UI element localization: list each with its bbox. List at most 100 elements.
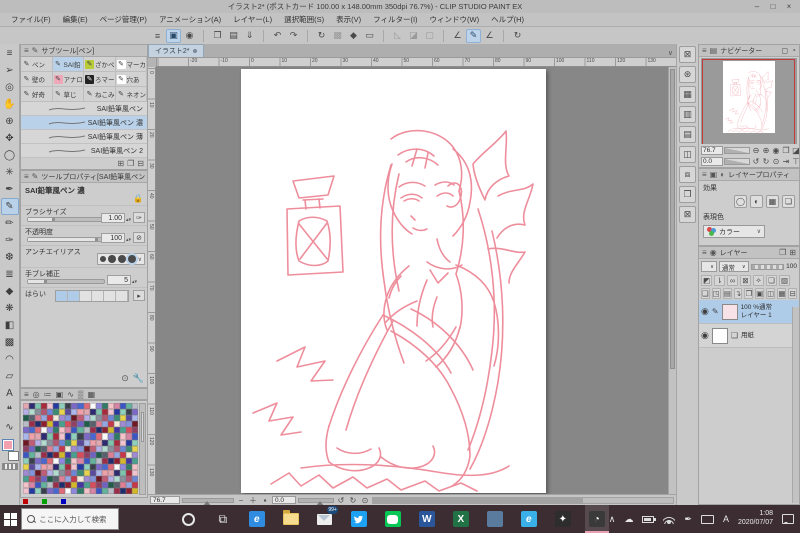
tone-button[interactable]: ▦ <box>766 195 779 208</box>
stabilization-slider[interactable] <box>27 279 105 284</box>
create-layer-mask[interactable]: ▣ <box>755 288 765 299</box>
snap-special-ruler-icon[interactable]: ✎ <box>466 28 481 43</box>
color-set-scrollbar[interactable] <box>139 403 146 495</box>
approximate-color-tab[interactable]: ▒ <box>78 390 84 399</box>
menu-item-6[interactable]: 選択範囲(S) <box>279 14 329 25</box>
stabilization-value[interactable]: 5 <box>107 275 131 285</box>
clip-studio-icon[interactable]: ✦ <box>551 505 575 533</box>
layer-search-button[interactable]: ❐ <box>779 248 786 257</box>
color-panel-menu[interactable]: ≡ <box>24 390 29 399</box>
material-download[interactable]: ⊛ <box>679 66 696 83</box>
delete-subtool-icon[interactable]: ⊟ <box>137 159 144 168</box>
auto-select-tool[interactable]: ✳ <box>1 164 19 181</box>
transfer-to-lower-layer[interactable]: ↴ <box>733 288 743 299</box>
lock-transparent-pixels[interactable]: ⊠ <box>740 275 751 286</box>
panel-menu-icon[interactable]: ≡ <box>702 248 707 257</box>
color-set-tab[interactable]: ▣ <box>56 390 64 399</box>
hand-tool[interactable]: ✋ <box>1 96 19 113</box>
navigator-zoom-value[interactable]: 76.7 <box>701 145 723 155</box>
document-tab[interactable]: イラスト2* <box>148 44 205 57</box>
actual-size-button[interactable]: ❐ <box>781 145 791 155</box>
opacity-slider[interactable] <box>27 237 105 242</box>
crop-mask-icon[interactable]: ◺ <box>390 29 405 43</box>
layer-visibility-icon[interactable]: ◉ <box>701 306 709 317</box>
background-color-swatch[interactable] <box>7 451 19 461</box>
navigator-rotation-value[interactable]: 0.0 <box>701 156 723 166</box>
rotate-canvas-tool[interactable]: ⊕ <box>1 113 19 130</box>
color-set-grid[interactable] <box>23 403 138 495</box>
palette-menu[interactable]: ≡ <box>1 45 19 62</box>
set-ruler-visibility[interactable]: ❏ <box>766 275 777 286</box>
brush-size-spinner[interactable]: ▴▾ <box>126 217 131 223</box>
hidden-icons-chevron[interactable]: ∧ <box>609 514 616 525</box>
excel-icon[interactable]: X <box>449 505 473 533</box>
material-3d[interactable]: ⧈ <box>679 166 696 183</box>
taskbar-search-input[interactable]: ここに入力して検索 <box>21 508 119 530</box>
expression-color-dropdown[interactable]: カラー ∨ <box>703 225 765 238</box>
navigator-preview[interactable] <box>701 58 797 144</box>
rotate-reset-icon[interactable]: ↻ <box>510 29 525 43</box>
layer-list-scrollbar[interactable] <box>792 307 799 503</box>
wrench-icon[interactable]: 🔧 <box>133 373 144 384</box>
brush-size-dynamics-button[interactable]: ✑ <box>133 212 145 223</box>
move-layer-tool[interactable]: ✥ <box>1 130 19 147</box>
border-effect-button[interactable]: ◯ <box>734 195 747 208</box>
canvas-vertical-scrollbar[interactable] <box>668 67 676 494</box>
apply-mask-to-layer[interactable]: ◫ <box>766 288 776 299</box>
subtool-grid-item[interactable]: ✎ ざかペ <box>84 57 116 72</box>
brush-size-value[interactable]: 1.00 <box>101 213 125 223</box>
duplicate-subtool-icon[interactable]: ❐ <box>127 159 134 168</box>
extract-line-button[interactable]: ◐ <box>750 195 763 208</box>
menu-item-3[interactable]: ページ管理(P) <box>95 14 152 25</box>
invert-selection-icon[interactable]: ◆ <box>346 29 361 43</box>
panel-menu-icon[interactable]: ≡ <box>702 170 707 179</box>
zoom-out-button[interactable]: ⊖ <box>751 145 761 155</box>
layer-mask-dropdown[interactable]: ▨ <box>779 275 790 286</box>
menu-item-5[interactable]: レイヤー(L) <box>228 14 277 25</box>
layer-row[interactable]: ◉ ❏ 用紙 <box>699 324 799 348</box>
brush-tool[interactable]: ✑ <box>1 232 19 249</box>
operation-tool[interactable]: ➢ <box>1 62 19 79</box>
intermediate-color-tab[interactable]: ∿ <box>67 390 74 399</box>
special-effect-dropdown[interactable]: ∨ <box>701 261 717 272</box>
information-tab-icon[interactable]: ◔ <box>791 46 796 55</box>
figure-tool[interactable]: ◠ <box>1 351 19 368</box>
gradient-tool[interactable]: ▩ <box>1 334 19 351</box>
text-tool[interactable]: A <box>1 385 19 402</box>
fill-tool-cmd-icon[interactable]: ◪ <box>406 29 421 43</box>
open-file-icon[interactable]: ▤ <box>226 29 241 43</box>
zoom-tool[interactable]: ◎ <box>1 79 19 96</box>
layer-visibility-icon[interactable]: ◉ <box>701 330 709 341</box>
edge-icon[interactable]: e <box>245 505 269 533</box>
transparent-color-chip[interactable] <box>1 463 18 470</box>
sync-icon[interactable]: ◉ <box>182 29 197 43</box>
onedrive-icon[interactable]: ☁ <box>624 514 633 525</box>
harai-expand-button[interactable]: ▸ <box>133 290 145 301</box>
zoom-value-field[interactable]: 76.7 <box>150 496 180 504</box>
selection-border-icon[interactable]: ▭ <box>362 29 377 43</box>
action-center-icon[interactable] <box>782 514 794 524</box>
word-icon[interactable]: W <box>415 505 439 533</box>
lock-layer[interactable]: ∞ <box>727 275 738 286</box>
subtool-list-item[interactable]: SAI鉛筆風ペン <box>21 102 147 116</box>
opacity-dynamics-button[interactable]: ⊘ <box>133 232 145 243</box>
subtool-grid-item[interactable]: ✎ 好奇 <box>21 87 53 102</box>
new-layer-folder[interactable]: ▤ <box>722 288 732 299</box>
rotation-value-field[interactable]: 0.0 <box>272 496 296 504</box>
brush-size-slider[interactable] <box>27 217 105 222</box>
tab-list-chevron-icon[interactable]: ∨ <box>668 49 676 57</box>
reset-display-button[interactable]: ⊤ <box>791 156 800 166</box>
harai-selector[interactable] <box>55 290 129 302</box>
subview-tab-icon[interactable]: ◻ <box>782 46 789 55</box>
delete-layer[interactable]: ⊟ <box>788 288 797 299</box>
reset-rotation-icon[interactable]: ⊙ <box>360 496 370 505</box>
enable-mask[interactable]: ✧ <box>753 275 764 286</box>
material-manga[interactable]: ▤ <box>679 126 696 143</box>
rotate-right-button[interactable]: ↻ <box>761 156 771 166</box>
subtool-grid-item[interactable]: ✎ 草じ <box>52 87 84 102</box>
subtool-grid-item[interactable]: ✎ ねこみ <box>84 87 116 102</box>
menu-item-4[interactable]: アニメーション(A) <box>154 14 226 25</box>
pen-settings-icon[interactable]: ✒ <box>684 514 692 525</box>
minimize-button[interactable]: – <box>750 2 764 11</box>
set-as-reference-layer[interactable]: ⇂ <box>714 275 725 286</box>
